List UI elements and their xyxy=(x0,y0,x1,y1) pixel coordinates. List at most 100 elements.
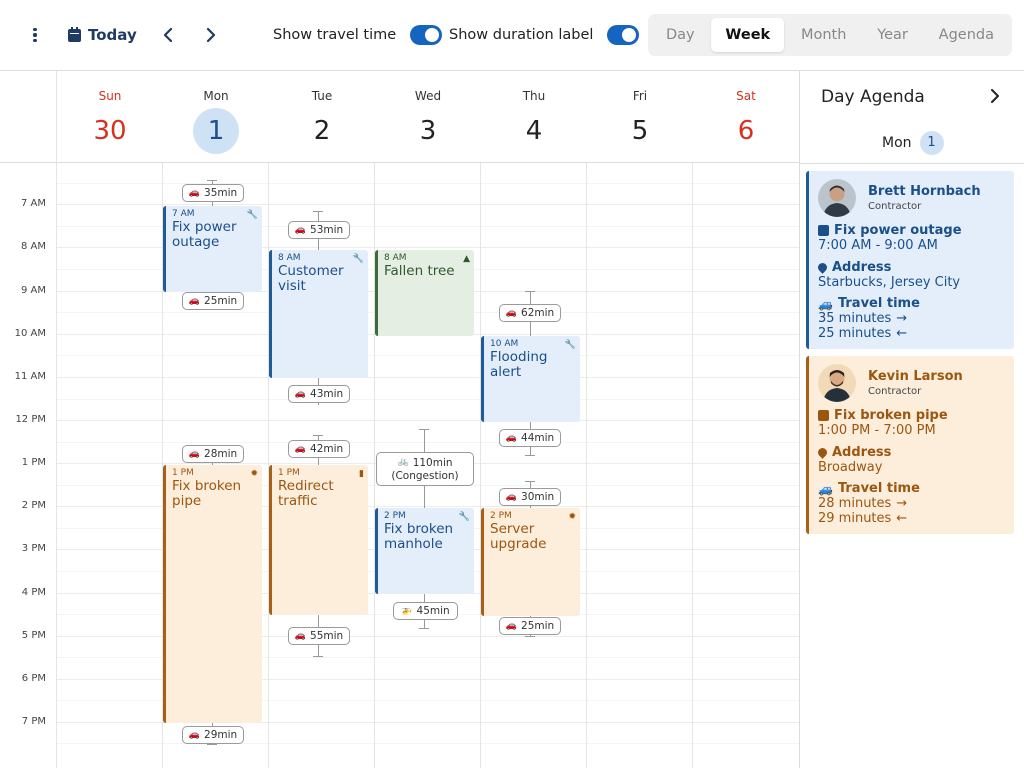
day-header-wed[interactable]: Wed 3 xyxy=(375,71,481,163)
view-day-button[interactable]: Day xyxy=(652,18,709,52)
view-week-button[interactable]: Week xyxy=(711,18,785,52)
travel-chip[interactable]: 🚗 30min xyxy=(499,488,561,506)
event-title: Fix power outage xyxy=(172,219,237,250)
half-hour-line xyxy=(57,399,799,400)
day-number-current: 1 xyxy=(193,108,239,154)
event-time: 2 PM xyxy=(384,511,406,521)
travel-line-cap xyxy=(207,180,217,181)
show-duration-label: Show duration label xyxy=(449,27,594,43)
agenda-divider xyxy=(800,163,1024,164)
week-header: Sun 30 Mon 1 Tue 2 Wed 3 Thu 4 Fri 5 Sat… xyxy=(57,71,799,163)
time-label: 2 PM xyxy=(21,500,46,511)
view-switcher: Day Week Month Year Agenda xyxy=(648,14,1012,56)
day-of-week: Sat xyxy=(736,89,756,103)
time-range: 1:00 PM - 7:00 PM xyxy=(818,423,936,438)
event-redirect-traffic[interactable]: 1 PM Redirect traffic ▮ xyxy=(269,465,368,615)
travel-duration: 62min xyxy=(521,307,555,319)
travel-chip[interactable]: 🚗 29min xyxy=(182,726,244,744)
travel-chip[interactable]: 🚗 25min xyxy=(182,292,244,310)
avatar xyxy=(818,179,856,217)
day-number: 5 xyxy=(631,116,649,146)
travel-chip[interactable]: 🚗 43min xyxy=(288,385,350,403)
travel-to-row: 28 minutes → xyxy=(818,496,907,511)
chevron-left-icon xyxy=(163,28,173,42)
week-grid: 7 AM 8 AM 9 AM 10 AM 11 AM 12 PM 1 PM 2 … xyxy=(0,163,800,768)
day-of-week: Wed xyxy=(414,89,442,103)
address-value: Starbucks, Jersey City xyxy=(818,275,961,290)
view-agenda-button[interactable]: Agenda xyxy=(925,18,1008,52)
event-server-upgrade[interactable]: 2 PM Server upgrade ✹ xyxy=(481,508,580,616)
travel-chip[interactable]: 🚗 44min xyxy=(499,429,561,447)
day-header-tue[interactable]: Tue 2 xyxy=(269,71,375,163)
arrow-right-icon: → xyxy=(896,496,908,511)
travel-line-cap xyxy=(313,656,323,657)
time-label: 6 PM xyxy=(21,673,46,684)
day-header-fri[interactable]: Fri 5 xyxy=(587,71,693,163)
travel-chip[interactable]: 🚗 62min xyxy=(499,304,561,322)
travel-time-label: Travel time xyxy=(837,481,920,496)
travel-line-cap xyxy=(313,211,323,212)
tree-icon: ▲ xyxy=(463,254,470,264)
event-fallen-tree[interactable]: 8 AM Fallen tree ▲ xyxy=(375,250,474,336)
event-fix-broken-pipe[interactable]: 1 PM Fix broken pipe ✹ xyxy=(163,465,262,723)
event-title: Customer visit xyxy=(278,263,344,294)
travel-chip[interactable]: 🚗 25min xyxy=(499,617,561,635)
view-month-button[interactable]: Month xyxy=(787,18,860,52)
travel-chip[interactable]: 🚗 53min xyxy=(288,221,350,239)
contact-name: Kevin Larson xyxy=(868,369,963,384)
time-label: 5 PM xyxy=(21,630,46,641)
time-label: 1 PM xyxy=(21,457,46,468)
more-options-icon[interactable] xyxy=(24,22,46,48)
view-year-button[interactable]: Year xyxy=(863,18,922,52)
bicycle-icon: 🚲 xyxy=(397,457,409,467)
location-pin-icon xyxy=(816,261,829,274)
agenda-card[interactable]: Kevin Larson Contractor Fix broken pipe … xyxy=(806,356,1014,534)
travel-time-label: Travel time xyxy=(837,296,920,311)
previous-week-button[interactable] xyxy=(157,22,179,48)
travel-line-cap xyxy=(419,628,429,629)
event-fix-broken-manhole[interactable]: 2 PM Fix broken manhole 🔧 xyxy=(375,508,474,594)
agenda-next-button[interactable] xyxy=(984,84,1006,108)
day-header-thu[interactable]: Thu 4 xyxy=(481,71,587,163)
travel-chip[interactable]: 🚲 110min (Congestion) xyxy=(376,452,474,486)
travel-time-row: 🚙 Travel time xyxy=(818,481,920,496)
show-duration-switch[interactable] xyxy=(607,25,640,45)
agenda-card[interactable]: Brett Hornbach Contractor Fix power outa… xyxy=(806,171,1014,349)
travel-duration: 55min xyxy=(310,630,344,642)
day-header-mon[interactable]: Mon 1 xyxy=(163,71,269,163)
event-customer-visit[interactable]: 8 AM Customer visit 🔧 xyxy=(269,250,368,378)
travel-chip[interactable]: 🚗 35min xyxy=(182,184,244,202)
hour-line xyxy=(57,377,799,378)
event-time: 7 AM xyxy=(172,209,195,219)
chevron-right-icon xyxy=(206,28,216,42)
event-title: Fix broken manhole xyxy=(384,521,454,552)
wrench-icon: 🔧 xyxy=(458,512,470,522)
agenda-title: Day Agenda xyxy=(821,87,925,107)
travel-chip[interactable]: 🚁 45min xyxy=(393,602,458,620)
travel-chip[interactable]: 🚗 42min xyxy=(288,440,350,458)
today-button[interactable]: Today xyxy=(68,20,137,50)
event-title: Fallen tree xyxy=(384,263,455,279)
car-icon: 🚗 xyxy=(188,295,201,306)
event-flooding-alert[interactable]: 10 AM Flooding alert 🔧 xyxy=(481,336,580,422)
day-header-sun[interactable]: Sun 30 xyxy=(57,71,163,163)
travel-time-row: 🚙 Travel time xyxy=(818,296,920,311)
travel-duration: 30min xyxy=(521,491,555,503)
show-travel-switch[interactable] xyxy=(410,25,443,45)
travel-note: (Congestion) xyxy=(391,469,459,482)
day-of-week: Tue xyxy=(311,89,333,103)
travel-duration: 29min xyxy=(204,729,238,741)
car-icon: 🚗 xyxy=(188,448,201,459)
travel-line-cap xyxy=(313,435,323,436)
event-fix-power-outage[interactable]: 7 AM Fix power outage 🔧 xyxy=(163,206,262,292)
half-hour-line xyxy=(57,442,799,443)
avatar xyxy=(818,364,856,402)
show-travel-label: Show travel time xyxy=(273,27,397,43)
travel-duration: 44min xyxy=(521,432,555,444)
agenda-day-number: 1 xyxy=(919,131,944,155)
day-header-sat[interactable]: Sat 6 xyxy=(693,71,799,163)
time-label: 7 PM xyxy=(21,716,46,727)
travel-chip[interactable]: 🚗 28min xyxy=(182,445,244,463)
next-week-button[interactable] xyxy=(200,22,222,48)
travel-chip[interactable]: 🚗 55min xyxy=(288,627,350,645)
